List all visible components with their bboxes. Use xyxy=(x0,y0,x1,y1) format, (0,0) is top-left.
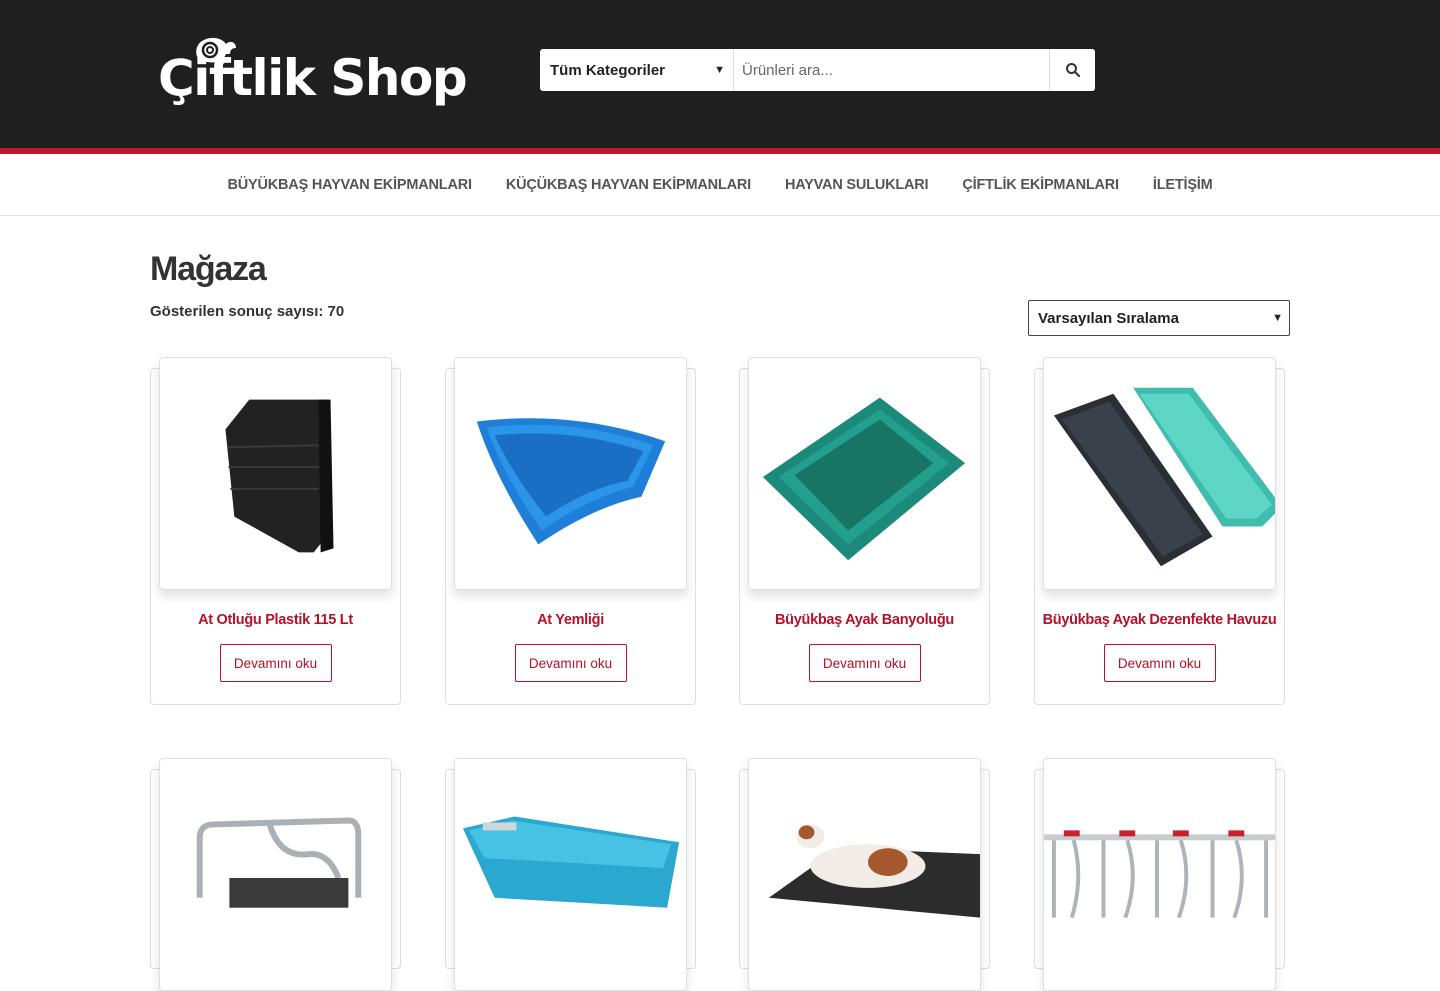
product-image[interactable] xyxy=(748,357,981,590)
read-more-button[interactable]: Devamını oku xyxy=(514,644,627,682)
category-select-value: Tüm Kategoriler xyxy=(550,61,666,79)
nav-item-iletisim[interactable]: İLETİŞİM xyxy=(1153,177,1213,193)
product-title[interactable]: At Otluğu Plastik 115 Lt xyxy=(151,612,400,628)
main-nav: BÜYÜKBAŞ HAYVAN EKİPMANLARI KÜÇÜKBAŞ HAY… xyxy=(0,154,1440,216)
read-more-button[interactable]: Devamını oku xyxy=(808,644,921,682)
page-title: Mağaza xyxy=(150,250,267,288)
product-card xyxy=(1034,758,1285,991)
search-icon xyxy=(1065,63,1080,78)
sort-select[interactable]: Varsayılan Sıralama ▼ xyxy=(1028,300,1290,336)
nav-item-buyukbas[interactable]: BÜYÜKBAŞ HAYVAN EKİPMANLARI xyxy=(227,177,472,193)
product-image[interactable] xyxy=(159,758,392,991)
product-title[interactable]: Büyükbaş Ayak Banyoluğu xyxy=(740,612,989,628)
nav-item-kucukbas[interactable]: KÜÇÜKBAŞ HAYVAN EKİPMANLARI xyxy=(506,177,751,193)
result-count: Gösterilen sonuç sayısı: 70 xyxy=(150,303,345,320)
chevron-down-icon: ▼ xyxy=(1272,312,1283,324)
product-image[interactable] xyxy=(454,357,687,590)
product-card xyxy=(150,758,401,991)
read-more-button[interactable]: Devamını oku xyxy=(1103,644,1216,682)
product-title[interactable]: At Yemliği xyxy=(446,612,695,628)
product-card xyxy=(739,758,990,991)
nav-item-ciftlik[interactable]: ÇİFTLİK EKİPMANLARI xyxy=(962,177,1119,193)
chevron-down-icon: ▼ xyxy=(714,64,725,76)
site-header: Çiftlik Shop Tüm Kategoriler ▼ xyxy=(0,0,1440,148)
product-image[interactable] xyxy=(1043,357,1276,590)
product-title[interactable]: Büyükbaş Ayak Dezenfekte Havuzu xyxy=(1035,612,1284,628)
product-image[interactable] xyxy=(159,357,392,590)
product-card: At Yemliği Devamını oku xyxy=(445,357,696,705)
site-logo[interactable]: Çiftlik Shop xyxy=(158,30,498,114)
product-card: Büyükbaş Ayak Banyoluğu Devamını oku xyxy=(739,357,990,705)
sort-select-value: Varsayılan Sıralama xyxy=(1038,309,1179,327)
search-bar: Tüm Kategoriler ▼ xyxy=(540,49,1095,91)
search-button[interactable] xyxy=(1049,49,1095,91)
product-image[interactable] xyxy=(748,758,981,991)
read-more-button[interactable]: Devamını oku xyxy=(219,644,332,682)
logo-text: Çiftlik Shop xyxy=(158,49,468,107)
product-card: Büyükbaş Ayak Dezenfekte Havuzu Devamını… xyxy=(1034,357,1285,705)
product-image[interactable] xyxy=(454,758,687,991)
category-select[interactable]: Tüm Kategoriler ▼ xyxy=(540,49,734,91)
nav-item-suluklar[interactable]: HAYVAN SULUKLARI xyxy=(785,177,929,193)
product-card: At Otluğu Plastik 115 Lt Devamını oku xyxy=(150,357,401,705)
product-card xyxy=(445,758,696,991)
search-input[interactable] xyxy=(734,49,1049,91)
product-image[interactable] xyxy=(1043,758,1276,991)
